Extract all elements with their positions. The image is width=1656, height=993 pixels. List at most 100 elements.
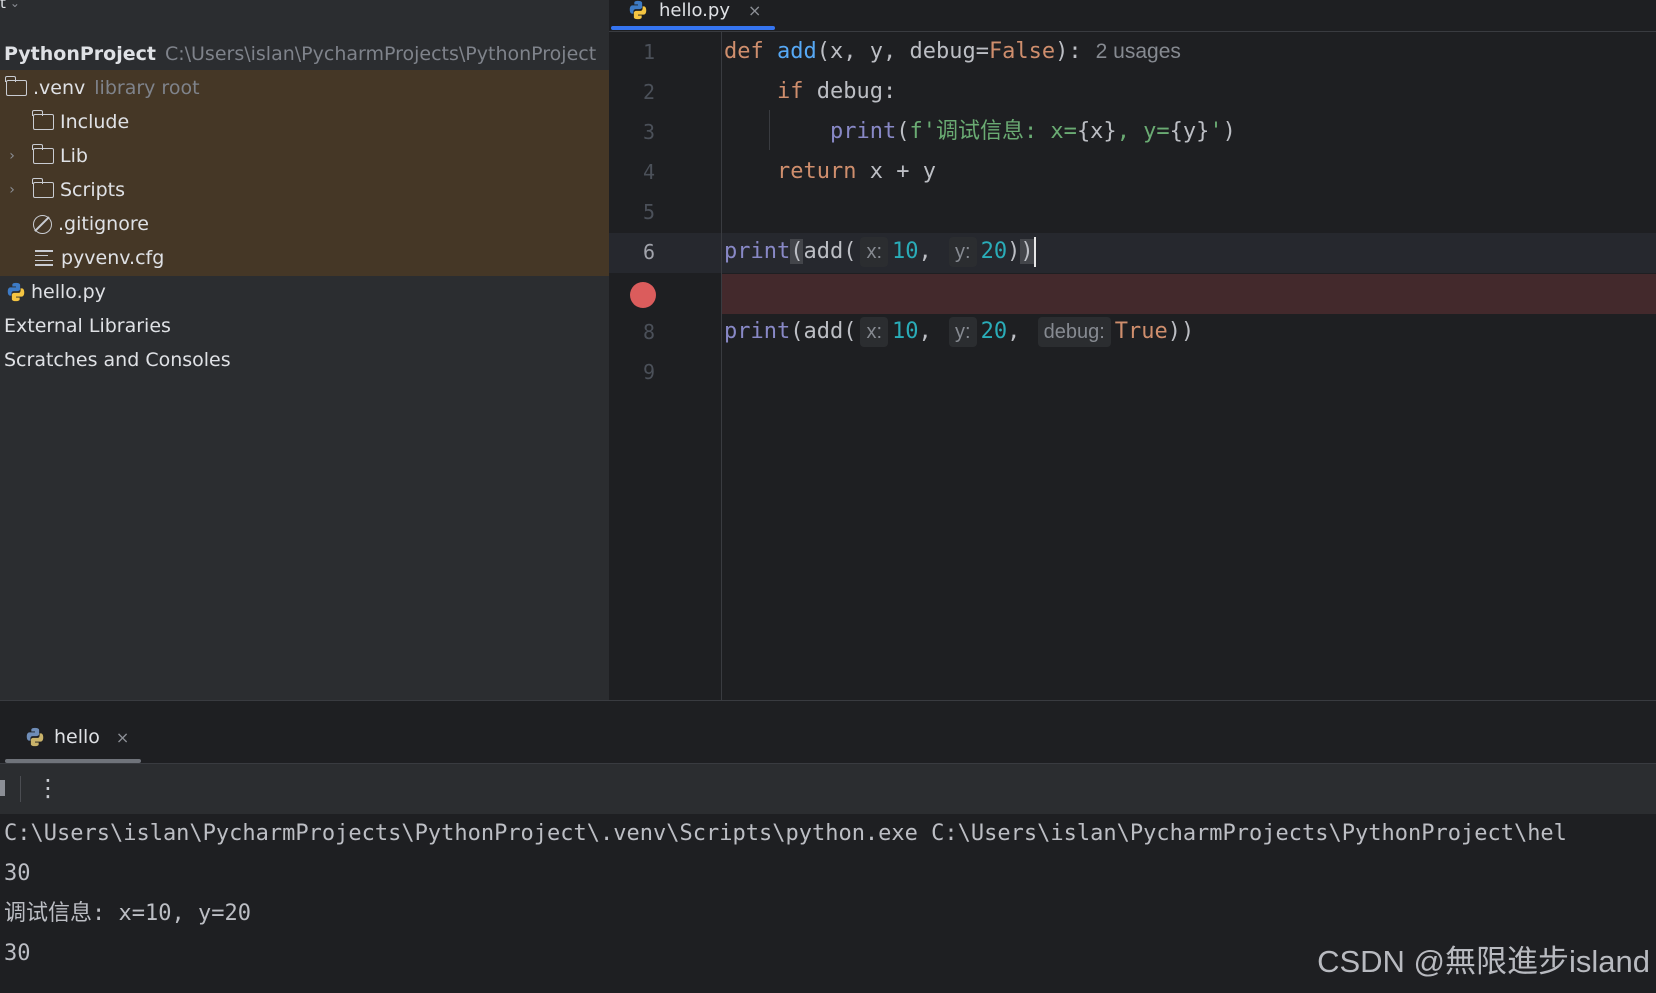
breakpoint-icon[interactable] — [630, 282, 656, 308]
code-line-4[interactable]: return x + y — [724, 152, 936, 192]
console-line: C:\Users\islan\PycharmProjects\PythonPro… — [4, 821, 1567, 846]
code-line-3[interactable]: print(f'调试信息: x={x}, y={y}') — [724, 112, 1236, 152]
line-number[interactable]: 4 — [609, 152, 689, 192]
run-toolbar: ⋮ — [0, 764, 1656, 814]
line-number[interactable]: 8 — [609, 312, 689, 352]
tree-item-label: pyvenv.cfg — [61, 247, 165, 269]
code-text: , — [918, 319, 946, 344]
code-text: (add( — [790, 319, 857, 344]
editor-tab-bar: hello.py × — [609, 0, 1656, 32]
param-hint-debug: debug: — [1037, 317, 1111, 347]
code-line-1[interactable]: def add(x, y, debug=False): 2 usages — [724, 32, 1181, 72]
tree-item-label: .gitignore — [58, 213, 149, 235]
code-text: ) — [1222, 119, 1236, 144]
ignored-file-icon — [33, 214, 52, 234]
project-header-label: t — [0, 0, 6, 12]
code-text: (x, y, debug= — [816, 39, 989, 64]
tree-item-label: External Libraries — [4, 315, 171, 337]
tree-item-gitignore[interactable]: .gitignore — [0, 206, 609, 242]
folder-icon — [32, 110, 54, 130]
param-hint-x: x: — [860, 237, 889, 267]
code-line-2[interactable]: if debug: — [724, 72, 896, 112]
matched-paren: ) — [1020, 239, 1034, 264]
function-name: add — [777, 39, 817, 64]
text-caret — [1033, 237, 1036, 267]
breakpoint-line-highlight — [722, 274, 1656, 314]
tree-item-pyvenv-cfg[interactable]: pyvenv.cfg — [0, 240, 609, 276]
run-tab-hello[interactable]: hello × — [24, 721, 129, 753]
more-options-icon[interactable]: ⋮ — [36, 774, 60, 802]
code-text: add( — [803, 239, 857, 264]
line-number[interactable]: 5 — [609, 192, 689, 232]
tree-item-venv[interactable]: .venv library root — [0, 70, 609, 106]
python-file-icon — [7, 282, 25, 302]
close-icon[interactable]: × — [748, 1, 761, 20]
tree-item-scripts[interactable]: › Scripts — [0, 172, 609, 208]
python-run-config-icon — [26, 727, 44, 747]
builtin-print: print — [724, 319, 791, 344]
line-number[interactable]: 3 — [609, 112, 689, 152]
code-text: ) — [1007, 239, 1021, 264]
tree-item-scratches[interactable]: Scratches and Consoles — [0, 342, 609, 378]
tree-item-lib[interactable]: › Lib — [0, 138, 609, 174]
number-literal: 20 — [980, 239, 1008, 264]
number-literal: 20 — [980, 319, 1008, 344]
python-file-icon — [629, 0, 647, 20]
tree-item-project-root[interactable]: PythonProject C:\Users\islan\PycharmProj… — [0, 36, 609, 72]
keyword-true: True — [1114, 319, 1168, 344]
fstring-placeholder: {y} — [1169, 119, 1210, 144]
tree-item-label: Lib — [60, 145, 88, 167]
string-literal: , y= — [1116, 119, 1170, 144]
code-line-6[interactable]: print(add(x: 10, y: 20)) — [724, 232, 1036, 272]
console-line: 30 — [4, 861, 31, 886]
chevron-down-icon[interactable]: ⌄ — [10, 0, 20, 10]
project-header[interactable]: t ⌄ — [0, 0, 20, 12]
tree-item-include[interactable]: Include — [0, 104, 609, 140]
folder-icon — [5, 76, 27, 96]
code-text: debug: — [803, 79, 897, 104]
code-text: , — [918, 239, 946, 264]
project-root-path: C:\Users\islan\PycharmProjects\PythonPro… — [164, 43, 597, 65]
number-literal: 10 — [892, 319, 919, 344]
keyword-if: if — [776, 79, 804, 104]
run-tab-label: hello — [54, 726, 100, 748]
text-file-icon — [35, 250, 53, 266]
usages-hint[interactable]: 2 usages — [1096, 40, 1181, 63]
toolbar-separator — [20, 776, 21, 802]
code-editor[interactable]: hello.py × 1 2 3 4 5 6 8 9 def add(x, y,… — [609, 0, 1656, 700]
chevron-right-icon[interactable]: › — [5, 148, 19, 164]
tree-item-label: Scripts — [60, 179, 126, 201]
matched-paren: ( — [790, 239, 804, 264]
folder-icon — [32, 144, 54, 164]
stop-icon[interactable] — [0, 780, 5, 796]
builtin-print: print — [829, 119, 897, 144]
folder-icon — [32, 178, 54, 198]
gutter-divider — [721, 32, 722, 700]
watermark: CSDN @無限進步island — [1317, 944, 1650, 979]
active-tab-indicator — [611, 26, 775, 30]
number-literal: 10 — [892, 239, 919, 264]
string-literal: ' — [1209, 119, 1223, 144]
close-icon[interactable]: × — [116, 728, 129, 747]
code-text: ( — [896, 119, 910, 144]
tree-item-hello-py[interactable]: hello.py — [0, 274, 609, 310]
code-text: x + y — [856, 159, 936, 184]
param-hint-y: y: — [949, 237, 977, 267]
project-root-name: PythonProject — [4, 43, 156, 65]
builtin-print: print — [724, 239, 791, 264]
chevron-right-icon[interactable]: › — [5, 182, 19, 198]
line-number-current[interactable]: 6 — [609, 232, 689, 272]
tree-item-external-libraries[interactable]: External Libraries — [0, 308, 609, 344]
line-number[interactable]: 1 — [609, 32, 689, 72]
tree-item-label: Scratches and Consoles — [4, 349, 231, 371]
tab-label: hello.py — [659, 0, 730, 21]
code-text: )) — [1167, 319, 1195, 344]
code-text: ): — [1055, 39, 1082, 64]
line-number-gutter[interactable]: 1 2 3 4 5 6 8 9 — [609, 32, 721, 700]
param-hint-x: x: — [860, 317, 889, 347]
line-number[interactable]: 9 — [609, 352, 689, 392]
line-number[interactable]: 2 — [609, 72, 689, 112]
code-line-8[interactable]: print(add(x: 10, y: 20, debug: True)) — [724, 312, 1194, 352]
keyword-false: False — [988, 39, 1056, 64]
tree-item-label: .venv — [33, 77, 86, 99]
